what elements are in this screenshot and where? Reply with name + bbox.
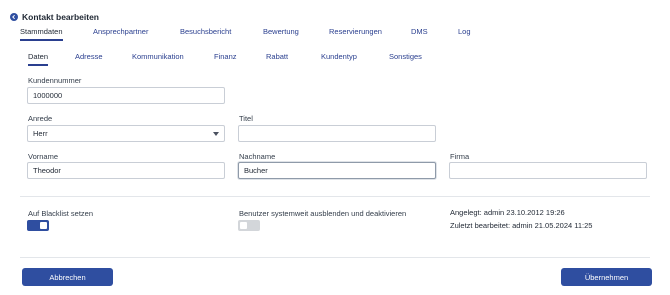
subtab-rabatt[interactable]: Rabatt (266, 52, 288, 64)
subtab-adresse[interactable]: Adresse (75, 52, 103, 64)
tab-besuchsbericht[interactable]: Besuchsbericht (180, 27, 231, 39)
blacklist-toggle[interactable] (27, 220, 49, 231)
vorname-field[interactable]: Theodor (27, 162, 225, 179)
page-title: Kontakt bearbeiten (22, 12, 99, 22)
subtab-kommunikation[interactable]: Kommunikation (132, 52, 184, 64)
main-tabs: Stammdaten Ansprechpartner Besuchsberich… (0, 27, 670, 43)
anrede-select[interactable]: Herr (27, 125, 225, 142)
tab-reservierungen[interactable]: Reservierungen (329, 27, 382, 39)
cancel-button[interactable]: Abbrechen (22, 268, 113, 286)
nachname-value: Bucher (244, 166, 268, 175)
tab-bewertung[interactable]: Bewertung (263, 27, 299, 39)
tab-ansprechpartner[interactable]: Ansprechpartner (93, 27, 148, 39)
hide-user-label: Benutzer systemweit ausblenden und deakt… (239, 209, 407, 218)
vorname-value: Theodor (33, 166, 61, 175)
kundennummer-field[interactable]: 1000000 (27, 87, 225, 104)
footer-divider (20, 257, 650, 258)
save-button[interactable]: Übernehmen (561, 268, 652, 286)
titel-field[interactable] (238, 125, 436, 142)
arrow-left-circle-icon[interactable] (10, 13, 18, 21)
subtab-sonstiges[interactable]: Sonstiges (389, 52, 422, 64)
kundennummer-value: 1000000 (33, 91, 63, 100)
nachname-field[interactable]: Bucher (238, 162, 436, 179)
titel-label: Titel (239, 114, 253, 123)
kundennummer-label: Kundennummer (28, 76, 82, 85)
anrede-value: Herr (33, 129, 48, 138)
page-header: Kontakt bearbeiten (10, 10, 99, 24)
modified-info: Zuletzt bearbeitet: admin 21.05.2024 11:… (450, 221, 593, 230)
anrede-label: Anrede (28, 114, 53, 123)
hide-user-toggle[interactable] (238, 220, 260, 231)
sub-tabs: Daten Adresse Kommunikation Finanz Rabat… (0, 52, 670, 68)
vorname-label: Vorname (28, 152, 59, 161)
toggle-knob (40, 222, 47, 229)
created-info: Angelegt: admin 23.10.2012 19:26 (450, 208, 565, 217)
firma-label: Firma (450, 152, 470, 161)
nachname-label: Nachname (239, 152, 276, 161)
blacklist-label: Auf Blacklist setzen (28, 209, 94, 218)
subtab-daten[interactable]: Daten (28, 52, 49, 66)
tab-log[interactable]: Log (458, 27, 471, 39)
subtab-finanz[interactable]: Finanz (214, 52, 237, 64)
tab-dms[interactable]: DMS (411, 27, 428, 39)
toggle-knob (240, 222, 247, 229)
tab-stammdaten[interactable]: Stammdaten (20, 27, 63, 41)
subtab-kundentyp[interactable]: Kundentyp (321, 52, 357, 64)
chevron-down-icon (213, 132, 219, 136)
form-divider (20, 196, 650, 197)
firma-field[interactable] (449, 162, 647, 179)
